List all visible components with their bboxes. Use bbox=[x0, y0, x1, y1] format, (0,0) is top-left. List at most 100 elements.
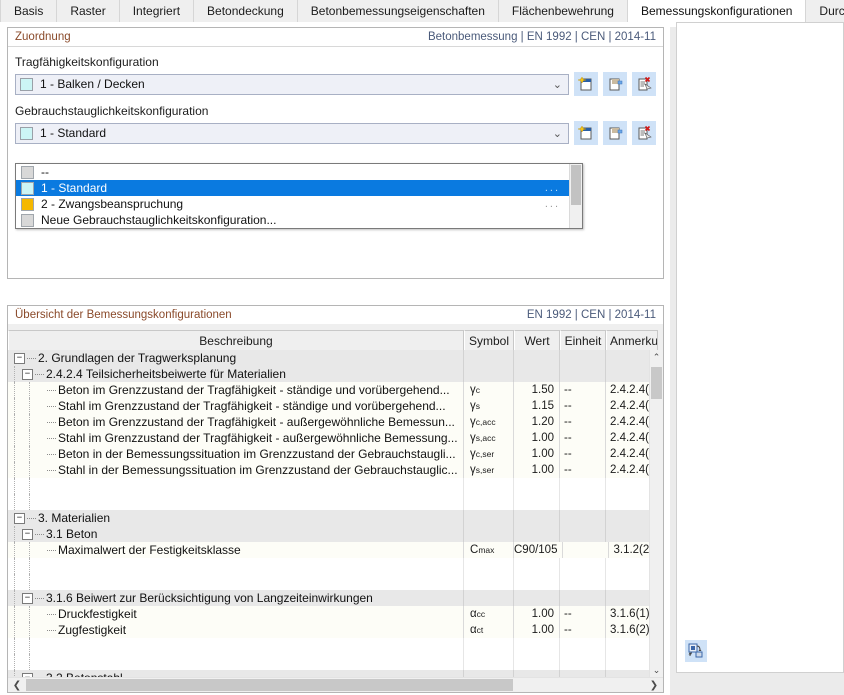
table-row[interactable]: − 3.1.6 Beiwert zur Berücksichtigung von … bbox=[8, 590, 650, 606]
table-row[interactable]: − 3. Materialien bbox=[8, 510, 650, 526]
cell-wert[interactable] bbox=[514, 638, 560, 654]
chevron-down-icon[interactable]: ⌄ bbox=[553, 78, 562, 92]
tab-betondeckung[interactable]: Betondeckung bbox=[194, 0, 298, 22]
column-header-einheit[interactable]: Einheit bbox=[560, 330, 606, 350]
cell-wert[interactable] bbox=[514, 590, 560, 606]
scroll-up-button[interactable]: ⌃ bbox=[650, 350, 663, 365]
sls-delete-configuration-button[interactable] bbox=[632, 121, 656, 145]
column-header-beschreibung[interactable]: Beschreibung bbox=[8, 330, 464, 350]
table-row[interactable]: Stahl im Grenzzustand der Tragfähigkeit … bbox=[8, 398, 650, 414]
table-row[interactable]: − 2. Grundlagen der Tragwerksplanung bbox=[8, 350, 650, 366]
cell-beschreibung bbox=[8, 494, 464, 510]
scroll-down-button[interactable]: ⌄ bbox=[650, 663, 663, 678]
table-row[interactable]: Stahl im Grenzzustand der Tragfähigkeit … bbox=[8, 430, 650, 446]
uls-edit-configuration-button[interactable] bbox=[603, 72, 627, 96]
cell-wert[interactable]: C90/105 bbox=[514, 542, 564, 558]
cell-wert[interactable]: 1.00 bbox=[514, 622, 560, 638]
dropdown-scrollbar[interactable] bbox=[569, 164, 582, 228]
uls-delete-configuration-button[interactable] bbox=[632, 72, 656, 96]
sls-config-combobox[interactable]: 1 - Standard ⌄ bbox=[15, 122, 569, 144]
grid-horizontal-scrollbar[interactable]: ❮ ❯ bbox=[8, 677, 663, 692]
delete-document-icon bbox=[638, 125, 652, 140]
tree-collapse-icon[interactable]: − bbox=[22, 368, 33, 380]
cell-wert[interactable] bbox=[514, 366, 560, 382]
cell-wert[interactable] bbox=[514, 574, 560, 590]
table-row[interactable]: Maximalwert der Festigkeitsklasse Cmax C90… bbox=[8, 542, 650, 558]
table-row[interactable] bbox=[8, 638, 650, 654]
horizontal-scrollbar-track[interactable] bbox=[26, 679, 645, 691]
cell-wert[interactable]: 1.00 bbox=[514, 606, 560, 622]
table-row[interactable]: − 3.1 Beton bbox=[8, 526, 650, 542]
uls-new-configuration-button[interactable] bbox=[574, 72, 598, 96]
chevron-down-icon[interactable]: ⌄ bbox=[553, 127, 562, 141]
table-row[interactable] bbox=[8, 654, 650, 670]
uls-config-combobox[interactable]: 1 - Balken / Decken ⌄ bbox=[15, 73, 569, 95]
scroll-left-button[interactable]: ❮ bbox=[8, 680, 26, 691]
column-header-wert[interactable]: Wert bbox=[514, 330, 560, 350]
right-pane bbox=[676, 22, 844, 673]
cell-anmerkung bbox=[606, 590, 650, 606]
tab-integriert[interactable]: Integriert bbox=[119, 0, 195, 22]
tab-durchbiegung[interactable]: Durchbiegung bbox=[806, 0, 844, 22]
column-header-symbol[interactable]: Symbol bbox=[464, 330, 514, 350]
row-description: 3. Materialien bbox=[38, 511, 111, 525]
tab-label: Durchbiegung bbox=[819, 4, 844, 18]
table-row[interactable] bbox=[8, 494, 650, 510]
table-row[interactable]: Zugfestigkeit α ct 1.00 -- 3.1.6(2) bbox=[8, 622, 650, 638]
tree-collapse-icon[interactable]: − bbox=[14, 352, 25, 364]
dropdown-item[interactable]: 2 - Zwangsbeanspruchung... bbox=[16, 196, 582, 212]
cell-wert[interactable]: 1.00 bbox=[514, 430, 560, 446]
cell-wert[interactable] bbox=[514, 478, 560, 494]
cell-wert[interactable] bbox=[514, 350, 560, 366]
tab-bemessungskonfigurationen[interactable]: Bemessungskonfigurationen bbox=[627, 0, 807, 22]
sls-new-configuration-button[interactable] bbox=[574, 121, 598, 145]
tab-basis[interactable]: Basis bbox=[0, 0, 58, 22]
vertical-scrollbar-thumb[interactable] bbox=[651, 367, 662, 399]
cell-wert[interactable]: 1.00 bbox=[514, 462, 560, 478]
tab-raster[interactable]: Raster bbox=[57, 0, 120, 22]
table-row[interactable]: − 2.4.2.4 Teilsicherheitsbeiwerte für Mat… bbox=[8, 366, 650, 382]
table-row[interactable] bbox=[8, 558, 650, 574]
cell-wert[interactable]: 1.00 bbox=[514, 446, 560, 462]
cell-einheit bbox=[560, 350, 606, 366]
grid-vertical-scrollbar[interactable]: ⌃ ⌄ bbox=[649, 350, 663, 678]
cell-wert[interactable]: 1.15 bbox=[514, 398, 560, 414]
cell-wert[interactable] bbox=[514, 654, 560, 670]
table-row[interactable]: Stahl in der Bemessungssituation im Gren… bbox=[8, 462, 650, 478]
cell-einheit bbox=[560, 558, 606, 574]
tree-guide-line bbox=[29, 574, 31, 590]
cell-wert[interactable] bbox=[514, 526, 560, 542]
dropdown-item-more-options[interactable]: ... bbox=[545, 198, 560, 210]
dropdown-scrollbar-thumb[interactable] bbox=[571, 165, 581, 205]
render-view-button[interactable] bbox=[685, 640, 707, 662]
scroll-right-button[interactable]: ❯ bbox=[645, 680, 663, 691]
table-row[interactable]: Druckfestigkeit α cc 1.00 -- 3.1.6(1) bbox=[8, 606, 650, 622]
dropdown-item-color-swatch bbox=[21, 181, 34, 195]
tree-collapse-icon[interactable]: − bbox=[22, 592, 33, 604]
dropdown-item[interactable]: Neue Gebrauchstauglichkeitskonfiguration… bbox=[16, 212, 582, 228]
table-row[interactable] bbox=[8, 574, 650, 590]
row-description: Stahl in der Bemessungssituation im Gren… bbox=[58, 463, 458, 477]
sls-edit-configuration-button[interactable] bbox=[603, 121, 627, 145]
dropdown-item[interactable]: -- bbox=[16, 164, 582, 180]
tab-fl-chenbewehrung[interactable]: Flächenbewehrung bbox=[498, 0, 628, 22]
tab-betonbemessungseigenschaften[interactable]: Betonbemessungseigenschaften bbox=[297, 0, 499, 22]
table-row[interactable]: Beton im Grenzzustand der Tragfähigkeit … bbox=[8, 414, 650, 430]
table-row[interactable] bbox=[8, 478, 650, 494]
table-row[interactable]: Beton im Grenzzustand der Tragfähigkeit … bbox=[8, 382, 650, 398]
cell-wert[interactable]: 1.20 bbox=[514, 414, 560, 430]
dropdown-item-more-options[interactable]: ... bbox=[545, 182, 560, 194]
cell-wert[interactable] bbox=[514, 494, 560, 510]
tree-collapse-icon[interactable]: − bbox=[22, 528, 33, 540]
dropdown-item[interactable]: 1 - Standard... bbox=[16, 180, 582, 196]
sls-config-dropdown-list[interactable]: -- 1 - Standard... 2 - Zwangsbeanspruchung… bbox=[15, 163, 583, 229]
cell-wert[interactable] bbox=[514, 558, 560, 574]
tree-collapse-icon[interactable]: − bbox=[14, 512, 25, 524]
tree-connector bbox=[47, 421, 56, 423]
table-row[interactable]: Beton in der Bemessungssituation im Gren… bbox=[8, 446, 650, 462]
column-header-anmerkung[interactable]: Anmerku bbox=[606, 330, 658, 350]
cell-beschreibung: Zugfestigkeit bbox=[8, 622, 464, 638]
cell-wert[interactable] bbox=[514, 510, 560, 526]
cell-wert[interactable]: 1.50 bbox=[514, 382, 560, 398]
horizontal-scrollbar-thumb[interactable] bbox=[26, 679, 513, 691]
